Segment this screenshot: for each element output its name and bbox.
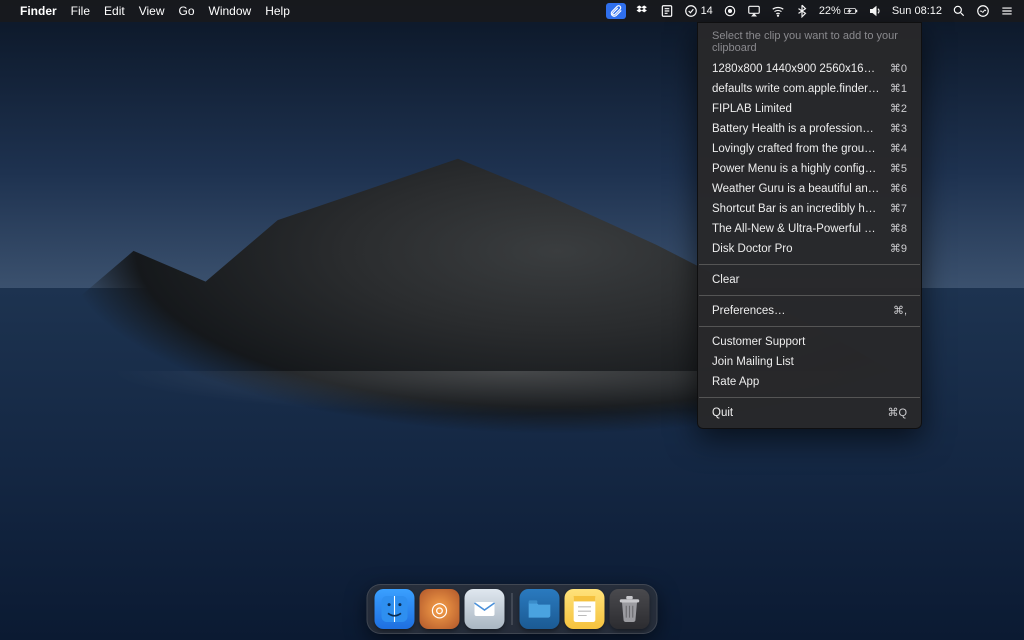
clip-item-5[interactable]: Power Menu is a highly configurable Find… <box>698 159 921 179</box>
menubar: Finder File Edit View Go Window Help 14 <box>0 0 1024 22</box>
battery-pct: 22% <box>819 5 841 17</box>
app-menu[interactable]: Finder <box>20 4 57 18</box>
menu-go[interactable]: Go <box>179 4 195 18</box>
target-icon[interactable] <box>723 4 737 18</box>
clipboard-dropdown: Select the clip you want to add to your … <box>697 22 922 429</box>
clip-item-3[interactable]: Battery Health is a professional battery… <box>698 119 921 139</box>
menu-window[interactable]: Window <box>209 4 252 18</box>
separator <box>699 295 920 296</box>
clear-item[interactable]: Clear <box>698 270 921 290</box>
rate-item[interactable]: Rate App <box>698 372 921 392</box>
dock-finder[interactable] <box>375 589 415 629</box>
spotlight-icon[interactable] <box>952 4 966 18</box>
check-count-icon[interactable]: 14 <box>684 4 713 18</box>
preferences-item[interactable]: Preferences…⌘, <box>698 301 921 321</box>
separator <box>699 326 920 327</box>
dock-trash[interactable] <box>610 589 650 629</box>
airplay-icon[interactable] <box>747 4 761 18</box>
paperclip-icon[interactable] <box>606 3 626 19</box>
dock-documents[interactable] <box>520 589 560 629</box>
status-area: 14 22% Sun 08:12 <box>606 3 1014 19</box>
separator <box>699 264 920 265</box>
bluetooth-icon[interactable] <box>795 4 809 18</box>
dock-app-2[interactable]: ◎ <box>420 589 460 629</box>
notes-icon[interactable] <box>660 4 674 18</box>
clip-item-2[interactable]: FIPLAB Limited⌘2 <box>698 99 921 119</box>
support-item[interactable]: Customer Support <box>698 332 921 352</box>
siri-icon[interactable] <box>976 4 990 18</box>
volume-icon[interactable] <box>868 4 882 18</box>
separator <box>699 397 920 398</box>
clip-item-7[interactable]: Shortcut Bar is an incredibly handy app … <box>698 199 921 219</box>
wifi-icon[interactable] <box>771 4 785 18</box>
dropbox-icon[interactable] <box>636 4 650 18</box>
check-count-value: 14 <box>701 5 713 17</box>
dock-mail[interactable] <box>465 589 505 629</box>
clip-item-4[interactable]: Lovingly crafted from the ground up, Min… <box>698 139 921 159</box>
menu-view[interactable]: View <box>139 4 165 18</box>
menu-help[interactable]: Help <box>265 4 290 18</box>
menu-file[interactable]: File <box>71 4 90 18</box>
control-center-icon[interactable] <box>1000 4 1014 18</box>
dock-divider <box>512 593 513 625</box>
battery-icon[interactable]: 22% <box>819 4 858 18</box>
mailing-item[interactable]: Join Mailing List <box>698 352 921 372</box>
clip-item-6[interactable]: Weather Guru is a beautiful and highly a… <box>698 179 921 199</box>
clip-item-1[interactable]: defaults write com.apple.finder CreateDe… <box>698 79 921 99</box>
dock: ◎ <box>367 584 658 634</box>
dock-notes[interactable] <box>565 589 605 629</box>
clock-text[interactable]: Sun 08:12 <box>892 5 942 17</box>
quit-item[interactable]: Quit⌘Q <box>698 403 921 423</box>
clip-item-0[interactable]: 1280x800 1440x900 2560x1600 2880x1800⌘0 <box>698 59 921 79</box>
menu-edit[interactable]: Edit <box>104 4 125 18</box>
clip-item-9[interactable]: Disk Doctor Pro⌘9 <box>698 239 921 259</box>
dropdown-hint: Select the clip you want to add to your … <box>698 27 921 59</box>
clip-item-8[interactable]: The All-New & Ultra-Powerful Disk Cleane… <box>698 219 921 239</box>
